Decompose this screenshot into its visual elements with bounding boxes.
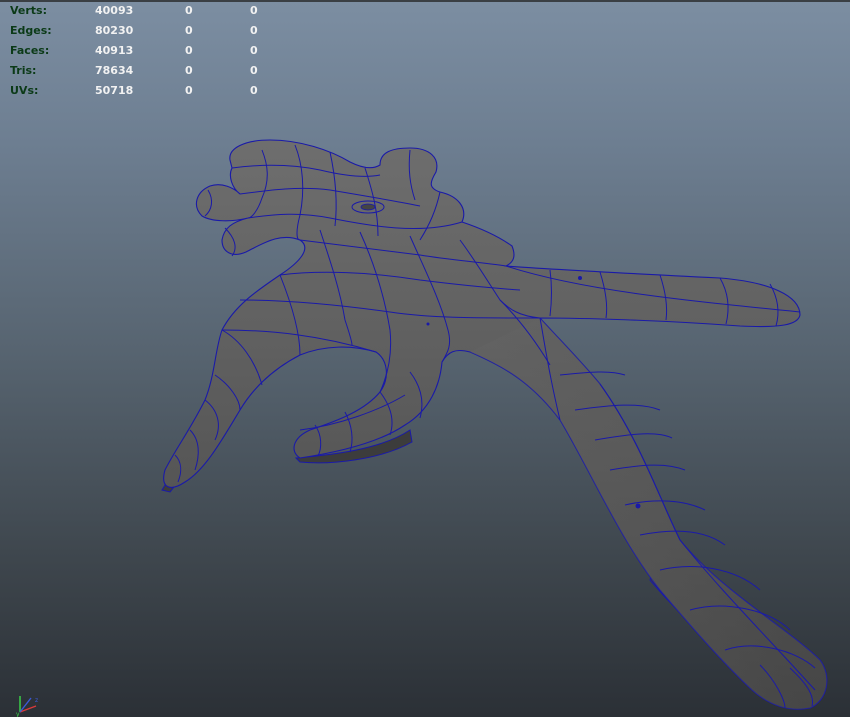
polygon-mesh[interactable] bbox=[0, 0, 850, 717]
view-axis-icon: z y bbox=[16, 696, 38, 717]
svg-text:z: z bbox=[35, 697, 38, 704]
maya-viewport[interactable]: Verts: 40093 0 0 Edges: 80230 0 0 Faces:… bbox=[0, 0, 850, 717]
tail-shading bbox=[470, 318, 827, 710]
svg-text:y: y bbox=[16, 711, 20, 717]
